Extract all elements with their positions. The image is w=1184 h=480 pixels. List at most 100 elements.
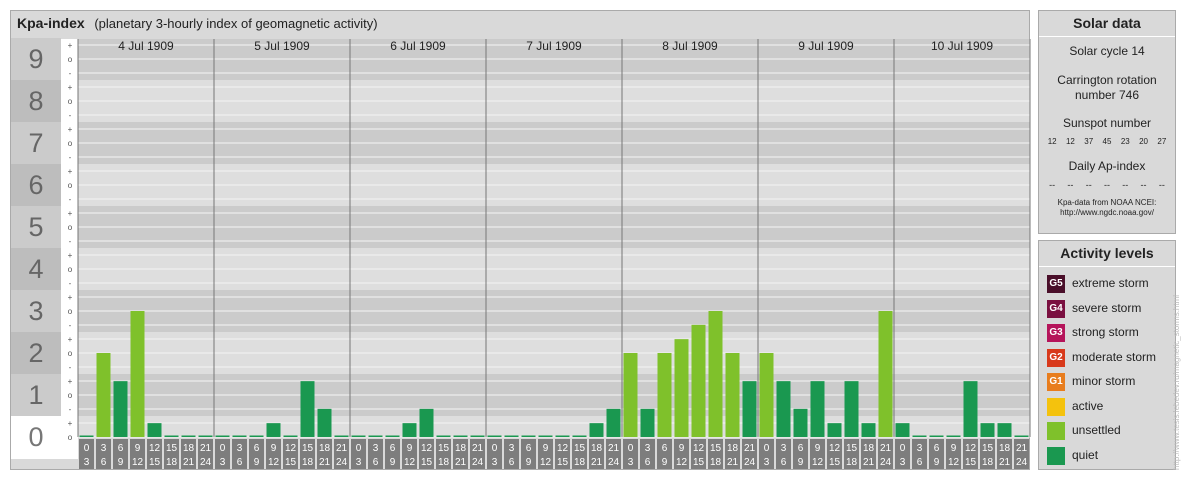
legend-item-strong-storm: G3 strong storm — [1039, 321, 1175, 346]
kp-bar — [232, 435, 247, 437]
kp-bar — [793, 408, 808, 437]
kpa-chart-panel: 0 1 2 3 4 5 6 7 8 9 o + - o + - o + - o + - o + - o + - o + - o + - o + - o +4… — [10, 10, 1031, 470]
hour-end-label: 15 — [149, 457, 161, 468]
watermark: http://www.tesis.lebedev.ru/magnetic_sto… — [1172, 294, 1181, 470]
hour-end-label: 15 — [693, 457, 705, 468]
hour-end-label: 3 — [900, 457, 906, 468]
chart-title-main: Kpa-index — [17, 15, 85, 31]
y-minor-tick: + — [68, 335, 73, 344]
hour-start-label: 0 — [356, 443, 362, 454]
kp-bar — [895, 423, 910, 437]
hour-end-label: 9 — [934, 457, 940, 468]
legend-item-severe-storm: G4 severe storm — [1039, 297, 1175, 322]
kp-bar — [283, 435, 298, 437]
kp-bar — [487, 435, 502, 437]
kp-bar — [334, 435, 349, 437]
sunspot-number: 20 — [1139, 137, 1148, 146]
y-minor-tick: - — [69, 69, 72, 78]
hour-start-label: 3 — [373, 443, 379, 454]
hour-end-label: 24 — [608, 457, 620, 468]
hour-start-label: 3 — [509, 443, 515, 454]
kp-bar — [657, 353, 672, 437]
y-minor-tick: + — [68, 377, 73, 386]
kp-bar — [810, 381, 825, 437]
hour-start-label: 18 — [727, 443, 739, 454]
data-source-line1: Kpa-data from NOAA NCEI: — [1057, 198, 1157, 207]
hour-end-label: 3 — [764, 457, 770, 468]
data-source: Kpa-data from NOAA NCEI: http://www.ngdc… — [1039, 198, 1175, 218]
hour-end-label: 12 — [812, 457, 824, 468]
hour-start-label: 9 — [951, 443, 957, 454]
kp-bar — [402, 423, 417, 437]
sunspot-number: 37 — [1084, 137, 1094, 146]
hour-start-label: 6 — [934, 443, 940, 454]
day-label: 7 Jul 1909 — [526, 39, 582, 53]
kp-bar — [776, 381, 791, 437]
hour-start-label: 0 — [628, 443, 634, 454]
y-minor-tick: + — [68, 167, 73, 176]
kp-bar — [79, 435, 94, 437]
hour-start-label: 21 — [472, 443, 484, 454]
hour-start-label: 18 — [999, 443, 1011, 454]
hour-start-label: 15 — [710, 443, 722, 454]
hour-end-label: 24 — [744, 457, 756, 468]
hour-end-label: 6 — [509, 457, 515, 468]
hour-start-label: 9 — [543, 443, 549, 454]
kp-bar — [368, 435, 383, 437]
hour-end-label: 21 — [727, 457, 739, 468]
y-minor-tick: + — [68, 41, 73, 50]
y-tick-label: 2 — [28, 338, 43, 368]
y-tick-label: 8 — [28, 86, 43, 116]
hour-end-label: 6 — [237, 457, 243, 468]
hour-start-label: 15 — [982, 443, 994, 454]
y-minor-tick: - — [69, 405, 72, 414]
hour-end-label: 9 — [118, 457, 124, 468]
ap-index-values: -- -- -- -- -- -- -- — [1043, 180, 1171, 190]
y-minor-tick: o — [68, 433, 73, 442]
y-minor-tick: o — [68, 223, 73, 232]
kp-bar — [113, 381, 128, 437]
activity-levels-title: Activity levels — [1039, 241, 1175, 267]
legend-item-moderate-storm: G2 moderate storm — [1039, 346, 1175, 371]
y-minor-tick: o — [68, 139, 73, 148]
legend-swatch: G2 — [1047, 348, 1065, 367]
legend-swatch: G3 — [1047, 324, 1065, 342]
kp-bar — [708, 311, 723, 437]
y-minor-tick: o — [68, 55, 73, 64]
hour-end-label: 21 — [183, 457, 195, 468]
hour-end-label: 12 — [404, 457, 416, 468]
sunspot-number: 23 — [1120, 137, 1130, 146]
y-minor-tick: o — [68, 181, 73, 190]
y-minor-tick: - — [69, 111, 72, 120]
hour-end-label: 21 — [999, 457, 1011, 468]
kpa-chart: 0123456789o+-o+-o+-o+-o+-o+-o+-o+-o+-o+ 4… — [11, 38, 1031, 469]
day-label: 6 Jul 1909 — [390, 39, 446, 53]
ap-index-value: -- — [1049, 180, 1056, 190]
ap-index-value: -- — [1067, 180, 1074, 190]
hour-end-label: 18 — [438, 457, 450, 468]
hour-start-label: 9 — [407, 443, 413, 454]
kp-bar — [844, 381, 859, 437]
hour-end-label: 3 — [628, 457, 634, 468]
hour-end-label: 18 — [302, 457, 314, 468]
kp-bar — [929, 435, 944, 437]
solar-data-panel: Solar data Solar cycle 14 Carrington rot… — [1038, 10, 1176, 234]
kp-bar — [130, 311, 145, 437]
kp-bar — [317, 408, 332, 437]
hour-start-label: 21 — [880, 443, 892, 454]
hour-end-label: 15 — [829, 457, 841, 468]
hour-start-label: 18 — [455, 443, 467, 454]
day-label: 8 Jul 1909 — [662, 39, 718, 53]
sunspot-number: 27 — [1157, 137, 1167, 146]
hour-start-label: 21 — [336, 443, 348, 454]
legend-swatch — [1047, 397, 1065, 416]
kp-bar — [623, 353, 638, 437]
hour-end-label: 9 — [798, 457, 804, 468]
hour-end-label: 18 — [710, 457, 722, 468]
kp-bar — [878, 311, 893, 437]
hour-end-label: 3 — [356, 457, 362, 468]
y-minor-tick: + — [68, 419, 73, 428]
y-minor-tick: o — [68, 349, 73, 358]
hour-start-label: 3 — [237, 443, 243, 454]
hour-start-label: 12 — [421, 443, 433, 454]
